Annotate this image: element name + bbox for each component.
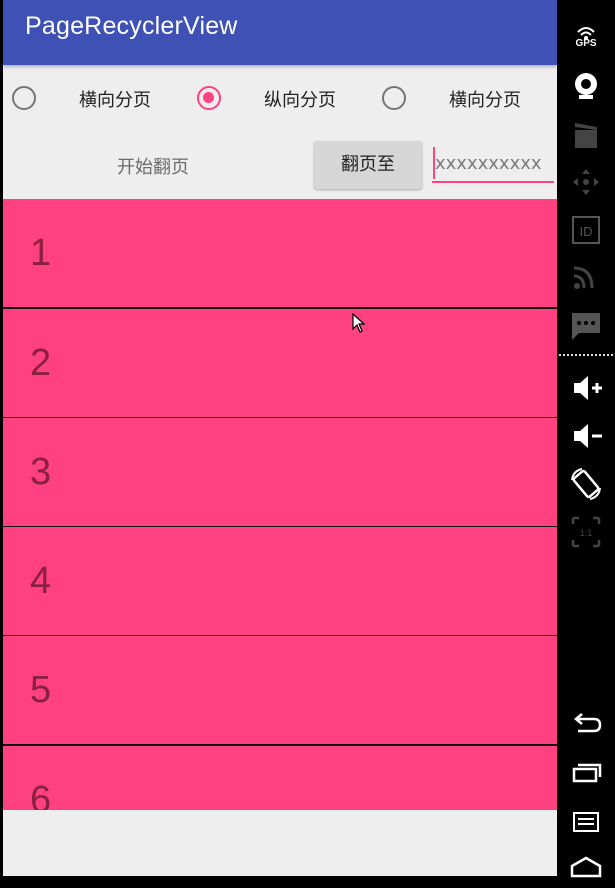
volume-up-icon[interactable] (564, 370, 608, 406)
volume-down-icon[interactable] (564, 418, 608, 454)
radio-horizontal-1[interactable] (12, 86, 36, 110)
list-item-number: 5 (30, 669, 52, 711)
app-bar: PageRecyclerView (3, 0, 557, 65)
text-caret (433, 147, 435, 179)
svg-text:1:1: 1:1 (580, 528, 593, 538)
svg-text:ID: ID (580, 224, 593, 239)
list-footer-area (3, 810, 557, 876)
emulator-toolbar: GPS ID 1:1 (557, 0, 615, 881)
menu-icon[interactable] (564, 804, 608, 840)
page-recycler-list[interactable]: 1 2 3 4 5 6 (3, 199, 557, 810)
gps-label: GPS (575, 38, 597, 49)
app-title: PageRecyclerView (25, 12, 238, 40)
back-icon[interactable] (564, 706, 608, 742)
mouse-pointer-icon (352, 313, 366, 333)
toolbar-divider (559, 354, 613, 356)
recent-apps-icon[interactable] (564, 754, 608, 790)
scale-icon[interactable]: 1:1 (564, 514, 608, 550)
camera-icon[interactable] (564, 68, 608, 104)
list-item[interactable]: 4 (3, 527, 557, 637)
rotate-icon[interactable] (564, 466, 608, 502)
list-item[interactable]: 6 (3, 746, 557, 810)
radio-vertical[interactable] (197, 86, 221, 110)
list-item-number: 6 (30, 779, 52, 810)
goto-page-button[interactable]: 翻页至 (314, 141, 422, 189)
list-item-number: 2 (30, 342, 52, 384)
list-item-number: 3 (30, 451, 52, 493)
sms-icon[interactable] (564, 308, 608, 344)
radio-label-horizontal-2[interactable]: 横向分页 (449, 86, 521, 112)
orientation-radio-group: 横向分页 纵向分页 横向分页 (3, 80, 557, 116)
dpad-icon[interactable] (564, 164, 608, 200)
rss-icon[interactable] (564, 259, 608, 295)
list-item[interactable]: 5 (3, 636, 557, 746)
list-item-number: 4 (30, 560, 52, 602)
radio-horizontal-2[interactable] (382, 86, 406, 110)
page-input-container (432, 145, 554, 185)
radio-label-horizontal-1[interactable]: 横向分页 (79, 86, 151, 112)
video-icon[interactable] (564, 118, 608, 154)
page-number-input[interactable] (432, 145, 554, 183)
list-item[interactable]: 3 (3, 418, 557, 528)
app-window: PageRecyclerView 横向分页 纵向分页 横向分页 开始翻页 翻页至… (3, 0, 557, 876)
list-item-number: 1 (30, 232, 52, 274)
list-item[interactable]: 2 (3, 309, 557, 419)
id-icon[interactable]: ID (564, 212, 608, 248)
home-icon[interactable] (564, 848, 608, 884)
list-item[interactable]: 1 (3, 199, 557, 309)
start-flip-button[interactable]: 开始翻页 (117, 153, 189, 179)
gps-icon[interactable]: GPS (564, 22, 608, 58)
radio-label-vertical[interactable]: 纵向分页 (264, 86, 336, 112)
